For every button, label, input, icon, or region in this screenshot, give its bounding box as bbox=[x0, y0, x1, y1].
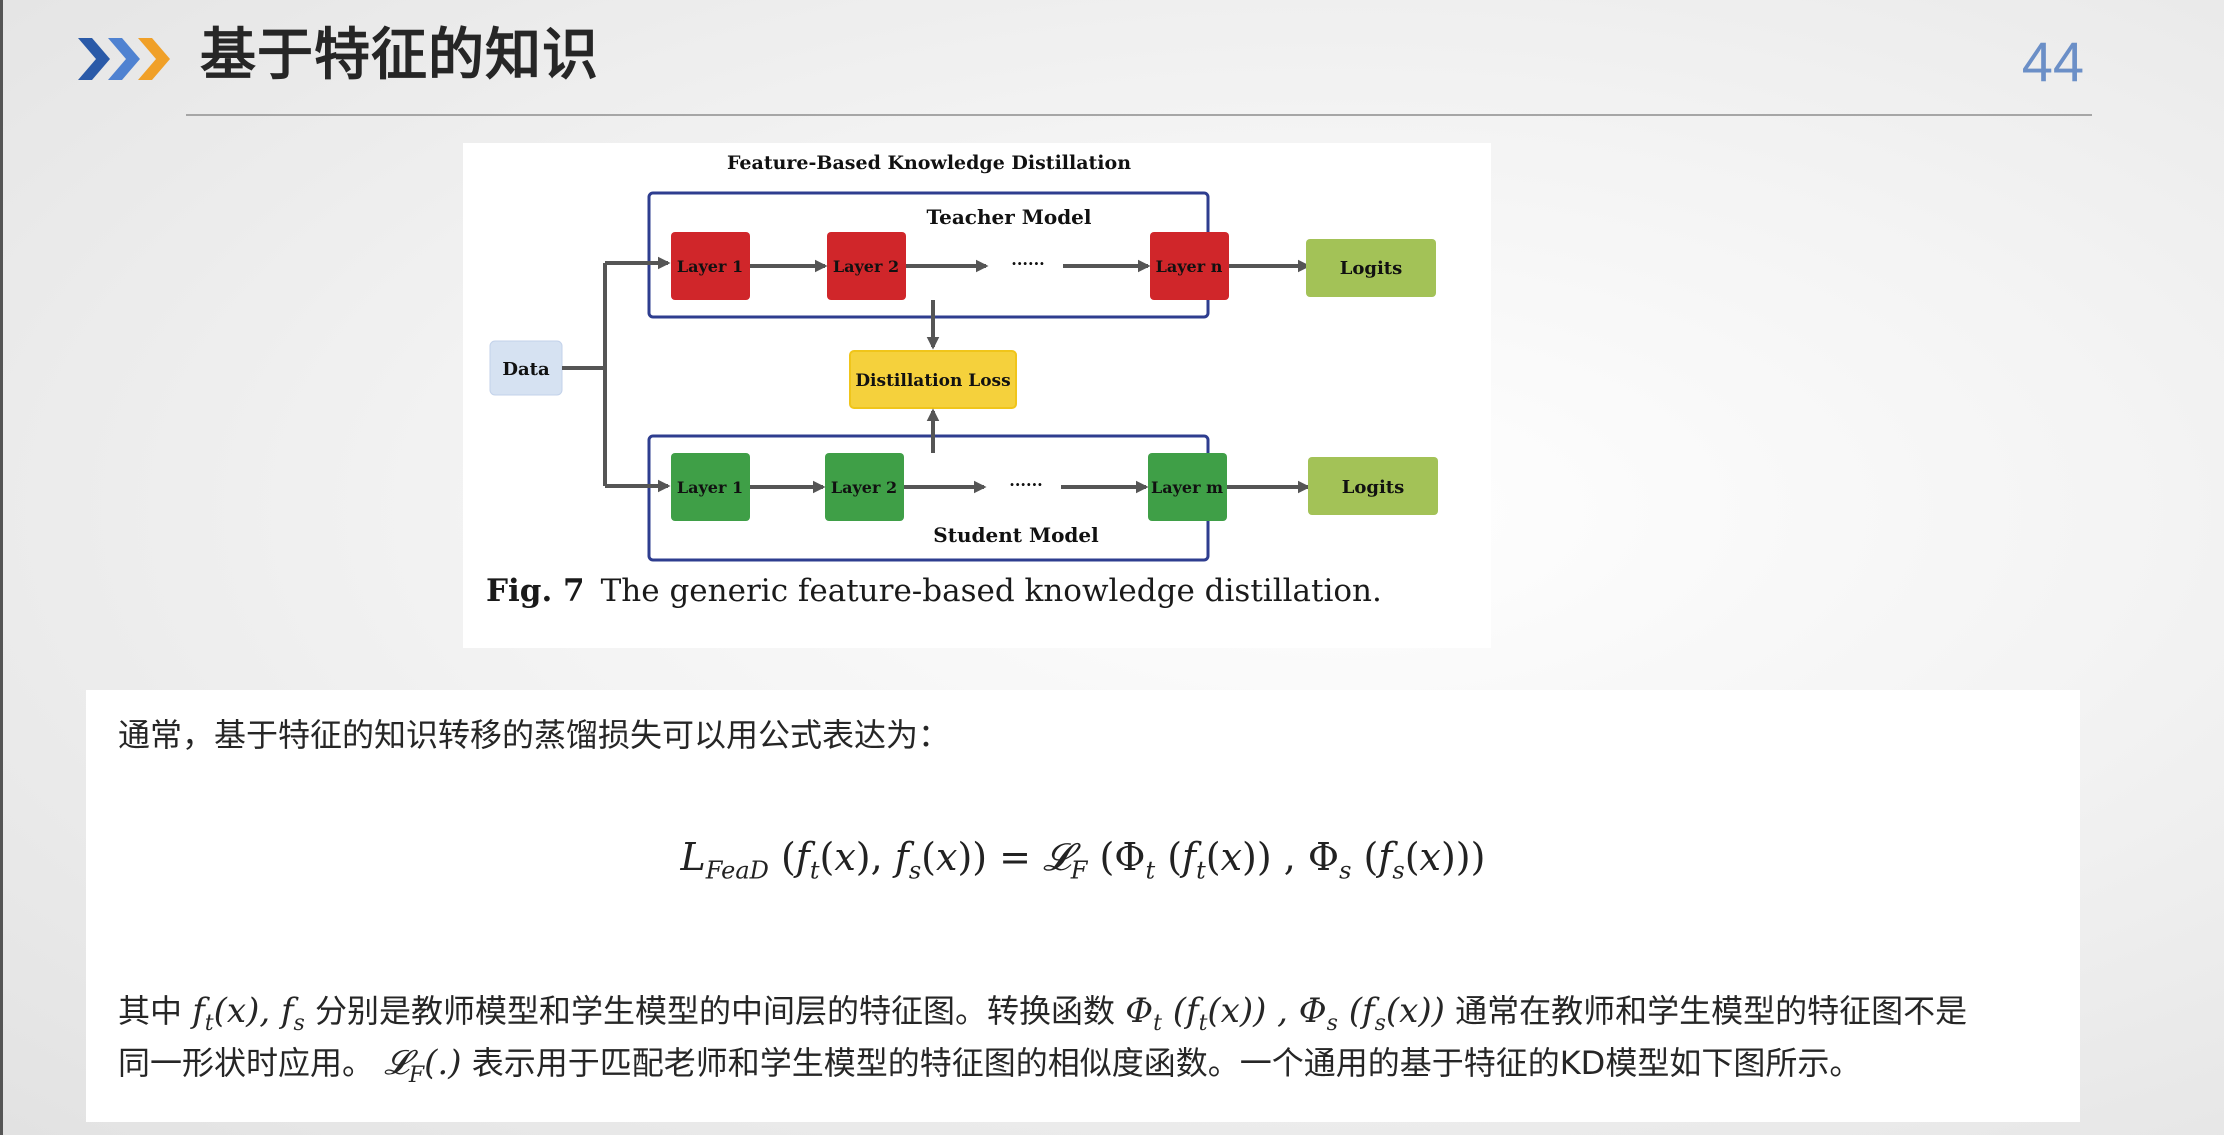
line2-part-b: 表示用于匹配老师和学生模型的特征图的相似度函数。一个通用的基于特征的KD模型如下… bbox=[471, 1044, 1862, 1082]
line1-part-b: 分别是教师模型和学生模型的中间层的特征图。转换函数 bbox=[315, 992, 1116, 1030]
description-box: 通常，基于特征的知识转移的蒸馏损失可以用公式表达为： LFeaD (ft(x),… bbox=[86, 690, 2080, 1122]
student-layer-1-label: Layer 1 bbox=[677, 478, 743, 497]
student-ellipsis: ······ bbox=[1009, 475, 1042, 494]
figure-caption-prefix: Fig. 7 bbox=[486, 573, 585, 609]
student-layer-2-label: Layer 2 bbox=[831, 478, 897, 497]
teacher-model-label: Teacher Model bbox=[927, 205, 1092, 229]
intro-text: 通常，基于特征的知识转移的蒸馏损失可以用公式表达为： bbox=[118, 716, 951, 754]
slide-left-border bbox=[0, 0, 3, 1135]
student-logits-label: Logits bbox=[1342, 477, 1405, 498]
figure-caption: Fig. 7 The generic feature-based knowledg… bbox=[486, 573, 1382, 609]
line1-part-c: 通常在教师和学生模型的特征图不是 bbox=[1455, 992, 1968, 1030]
similarity-function-symbol: 𝓛F(.) bbox=[384, 1043, 462, 1088]
line1-part-a: 其中 bbox=[118, 992, 183, 1030]
student-layer-m-label: Layer m bbox=[1151, 478, 1223, 497]
figure-panel: Feature-Based Knowledge Distillation Tea… bbox=[463, 143, 1491, 648]
data-label: Data bbox=[502, 359, 550, 380]
line2-part-a: 同一形状时应用。 bbox=[118, 1044, 375, 1082]
student-model-label: Student Model bbox=[933, 523, 1099, 547]
teacher-ellipsis: ······ bbox=[1011, 254, 1044, 273]
distillation-loss-label: Distillation Loss bbox=[855, 371, 1010, 391]
chevron-logo-icon bbox=[78, 38, 170, 80]
explanation-line-1: 其中 ft(x), fs 分别是教师模型和学生模型的中间层的特征图。转换函数 Φ… bbox=[118, 988, 1967, 1047]
figure-caption-text: The generic feature-based knowledge dist… bbox=[600, 573, 1382, 609]
teacher-layer-1-label: Layer 1 bbox=[677, 257, 743, 276]
data-branch-line bbox=[562, 263, 607, 486]
feature-map-symbols: ft(x), fs bbox=[192, 991, 305, 1036]
transform-function-symbols: Φt (ft(x)) , Φs (fs(x)) bbox=[1125, 991, 1445, 1036]
header-divider bbox=[186, 114, 2092, 116]
diagram-title: Feature-Based Knowledge Distillation bbox=[727, 152, 1131, 174]
teacher-layer-2-label: Layer 2 bbox=[833, 257, 899, 276]
slide-title: 基于特征的知识 bbox=[200, 23, 599, 88]
explanation-line-2: 同一形状时应用。 𝓛F(.) 表示用于匹配老师和学生模型的特征图的相似度函数。一… bbox=[118, 1040, 1861, 1099]
teacher-layer-n-label: Layer n bbox=[1156, 257, 1223, 276]
chevron-3-icon bbox=[138, 38, 170, 80]
feature-loss-formula: LFeaD (ft(x), fs(x)) = 𝓛F (Φt (ft(x)) , … bbox=[680, 835, 1486, 885]
chevron-1-icon bbox=[78, 38, 110, 80]
chevron-2-icon bbox=[108, 38, 140, 80]
page-number: 44 bbox=[2021, 30, 2084, 93]
teacher-logits-label: Logits bbox=[1340, 258, 1403, 279]
